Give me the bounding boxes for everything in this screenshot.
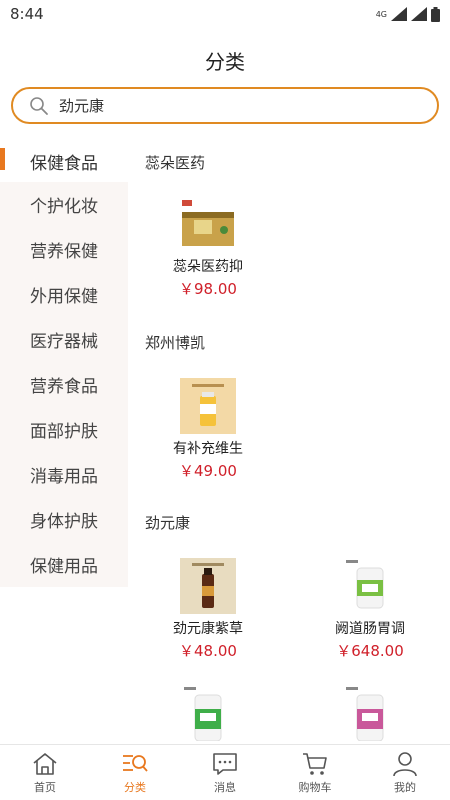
- sidebar-item-label: 营养食品: [30, 377, 98, 397]
- sidebar-item-face-care[interactable]: 面部护肤: [0, 407, 128, 452]
- tab-home[interactable]: 首页: [0, 745, 90, 800]
- product-card[interactable]: [290, 685, 450, 741]
- signal-icon: [391, 7, 407, 21]
- sidebar-item-medical-devices[interactable]: 医疗器械: [0, 317, 128, 362]
- home-icon: [33, 752, 57, 775]
- sidebar-item-label: 外用保健: [30, 287, 98, 307]
- product-name: 蕊朵医药抑: [173, 259, 243, 275]
- bottom-tab-bar: 首页 分类 消息 购物车 我的: [0, 744, 450, 800]
- product-card[interactable]: [128, 685, 288, 741]
- tab-label: 分类: [124, 780, 146, 794]
- search-icon: [30, 96, 48, 115]
- product-card[interactable]: 蕊朵医药抑 ￥98.00: [128, 196, 288, 299]
- brand-title: 蕊朵医药: [145, 154, 206, 172]
- sidebar-item-body-care[interactable]: 身体护肤: [0, 497, 128, 542]
- product-name: 劲元康紫草: [173, 621, 243, 637]
- sidebar-item-label: 面部护肤: [30, 422, 98, 442]
- product-price: ￥48.00: [179, 642, 237, 660]
- sidebar-item-label: 保健用品: [30, 557, 98, 577]
- product-price: ￥648.00: [336, 642, 404, 660]
- product-card[interactable]: 劲元康紫草 ￥48.00: [128, 558, 288, 661]
- sidebar-item-label: 营养保健: [30, 242, 98, 262]
- category-sidebar: 保健食品 个护化妆 营养保健 外用保健 医疗器械 营养食品 面部护肤 消毒用品 …: [0, 140, 128, 587]
- page-title: 分类: [205, 50, 245, 74]
- sidebar-item-personal-care[interactable]: 个护化妆: [0, 182, 128, 227]
- tab-label: 我的: [394, 780, 416, 794]
- cart-icon: [303, 752, 327, 775]
- product-price: ￥98.00: [179, 280, 237, 298]
- product-image: [346, 560, 384, 609]
- product-list[interactable]: 蕊朵医药 蕊朵医药抑 ￥98.00 郑州博凯 有补充维生 ￥49.00 劲元康: [128, 140, 450, 744]
- status-time: 8:44: [10, 5, 44, 23]
- battery-icon: [431, 6, 440, 22]
- sidebar-item-label: 个护化妆: [30, 197, 98, 217]
- network-label: 4G: [375, 9, 387, 19]
- sidebar-item-health-food[interactable]: 保健食品: [0, 140, 128, 182]
- tab-label: 购物车: [298, 780, 332, 794]
- product-image: [346, 687, 384, 741]
- tab-messages[interactable]: 消息: [180, 745, 270, 800]
- product-price: ￥49.00: [179, 462, 237, 480]
- brand-title: 劲元康: [145, 514, 191, 532]
- product-name: 阙道肠胃调: [335, 621, 405, 637]
- profile-icon: [393, 751, 417, 776]
- tab-label: 消息: [214, 780, 236, 794]
- product-image: [180, 558, 236, 614]
- search-input[interactable]: [59, 96, 399, 115]
- signal-icon: [411, 7, 427, 21]
- tab-category[interactable]: 分类: [90, 745, 180, 800]
- category-search-icon: [123, 754, 148, 772]
- sidebar-item-label: 身体护肤: [30, 512, 98, 532]
- sidebar-item-health-supplies[interactable]: 保健用品: [0, 542, 128, 587]
- product-card[interactable]: 有补充维生 ￥49.00: [128, 378, 288, 481]
- tab-profile[interactable]: 我的: [360, 745, 450, 800]
- sidebar-item-label: 医疗器械: [30, 332, 98, 352]
- product-image: [182, 200, 234, 246]
- sidebar-item-nutrition-health[interactable]: 营养保健: [0, 227, 128, 272]
- message-icon: [213, 752, 237, 775]
- tab-cart[interactable]: 购物车: [270, 745, 360, 800]
- sidebar-item-label: 消毒用品: [30, 467, 98, 487]
- sidebar-item-disinfection[interactable]: 消毒用品: [0, 452, 128, 497]
- sidebar-item-nutrition-food[interactable]: 营养食品: [0, 362, 128, 407]
- status-bar: 8:44 4G: [0, 0, 450, 28]
- tab-label: 首页: [34, 780, 56, 794]
- search-bar[interactable]: [11, 87, 439, 124]
- product-image: [180, 378, 236, 434]
- brand-title: 郑州博凯: [145, 334, 206, 352]
- product-image: [184, 687, 222, 741]
- status-icons: 4G: [375, 6, 440, 22]
- product-card[interactable]: 阙道肠胃调 ￥648.00: [290, 558, 450, 661]
- product-name: 有补充维生: [173, 441, 243, 457]
- sidebar-item-external-health[interactable]: 外用保健: [0, 272, 128, 317]
- sidebar-item-label: 保健食品: [30, 153, 98, 174]
